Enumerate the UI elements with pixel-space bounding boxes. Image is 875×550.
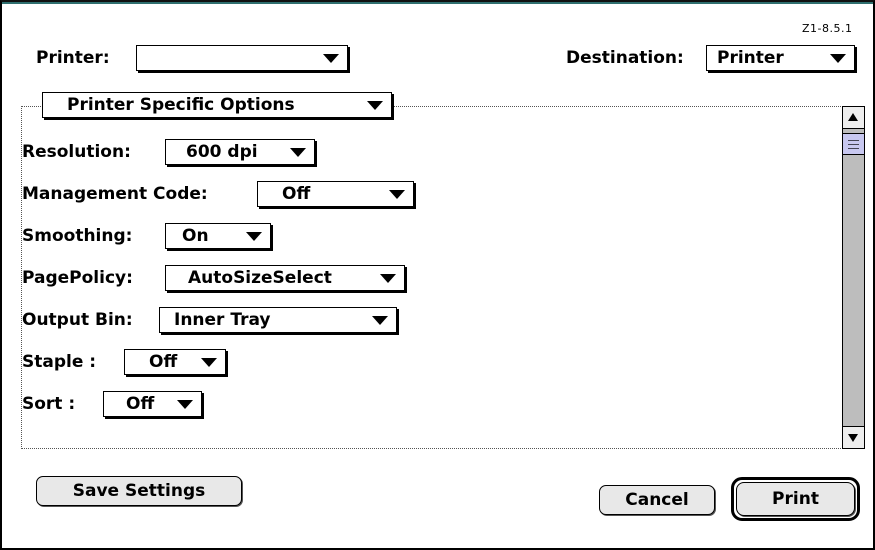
sort-value: Off	[126, 394, 155, 414]
staple-label: Staple :	[22, 352, 97, 372]
smoothing-value: On	[182, 226, 209, 246]
output-bin-label: Output Bin:	[22, 310, 133, 330]
grip-line	[848, 148, 859, 149]
scroll-down-button[interactable]	[843, 426, 864, 448]
grip-line	[848, 140, 859, 141]
staple-popup[interactable]: Off	[124, 349, 226, 375]
arrow-up-icon	[848, 113, 858, 121]
resolution-label: Resolution:	[22, 142, 131, 162]
arrow-down-icon	[848, 434, 858, 442]
printer-label: Printer:	[36, 48, 110, 68]
sort-label: Sort :	[22, 394, 76, 414]
destination-value: Printer	[717, 48, 784, 68]
chevron-down-icon	[372, 315, 388, 325]
destination-label: Destination:	[566, 48, 684, 68]
chevron-down-icon	[177, 399, 193, 409]
staple-value: Off	[149, 352, 178, 372]
chevron-down-icon	[323, 53, 339, 63]
chevron-down-icon	[246, 231, 262, 241]
chevron-down-icon	[380, 273, 396, 283]
print-button[interactable]: Print	[736, 482, 855, 516]
page-policy-popup[interactable]: AutoSizeSelect	[165, 265, 405, 291]
chevron-down-icon	[389, 189, 405, 199]
version-label: Z1-8.5.1	[802, 22, 853, 35]
resolution-value: 600 dpi	[186, 142, 258, 162]
save-settings-button[interactable]: Save Settings	[36, 476, 242, 506]
output-bin-value: Inner Tray	[174, 310, 271, 330]
print-dialog: Z1-8.5.1 Printer: Destination: Printer P…	[0, 0, 875, 550]
cancel-button[interactable]: Cancel	[599, 485, 715, 515]
printer-popup[interactable]	[136, 45, 348, 71]
destination-popup[interactable]: Printer	[706, 45, 855, 71]
management-code-value: Off	[282, 184, 311, 204]
grip-line	[848, 144, 859, 145]
resolution-popup[interactable]: 600 dpi	[165, 139, 315, 165]
smoothing-label: Smoothing:	[22, 226, 133, 246]
scroll-up-button[interactable]	[843, 107, 864, 129]
chevron-down-icon	[290, 147, 306, 157]
smoothing-popup[interactable]: On	[165, 223, 271, 249]
management-code-label: Management Code:	[22, 184, 208, 204]
chevron-down-icon	[367, 100, 383, 110]
chevron-down-icon	[201, 357, 217, 367]
page-policy-label: PagePolicy:	[22, 268, 133, 288]
section-menu-value: Printer Specific Options	[67, 95, 295, 115]
chevron-down-icon	[830, 53, 846, 63]
page-policy-value: AutoSizeSelect	[188, 268, 332, 288]
management-code-popup[interactable]: Off	[257, 181, 414, 207]
output-bin-popup[interactable]: Inner Tray	[159, 307, 397, 333]
sort-popup[interactable]: Off	[103, 391, 202, 417]
options-scrollbar[interactable]	[842, 106, 865, 449]
section-menu-popup[interactable]: Printer Specific Options	[42, 92, 392, 118]
scroll-thumb[interactable]	[843, 133, 864, 155]
